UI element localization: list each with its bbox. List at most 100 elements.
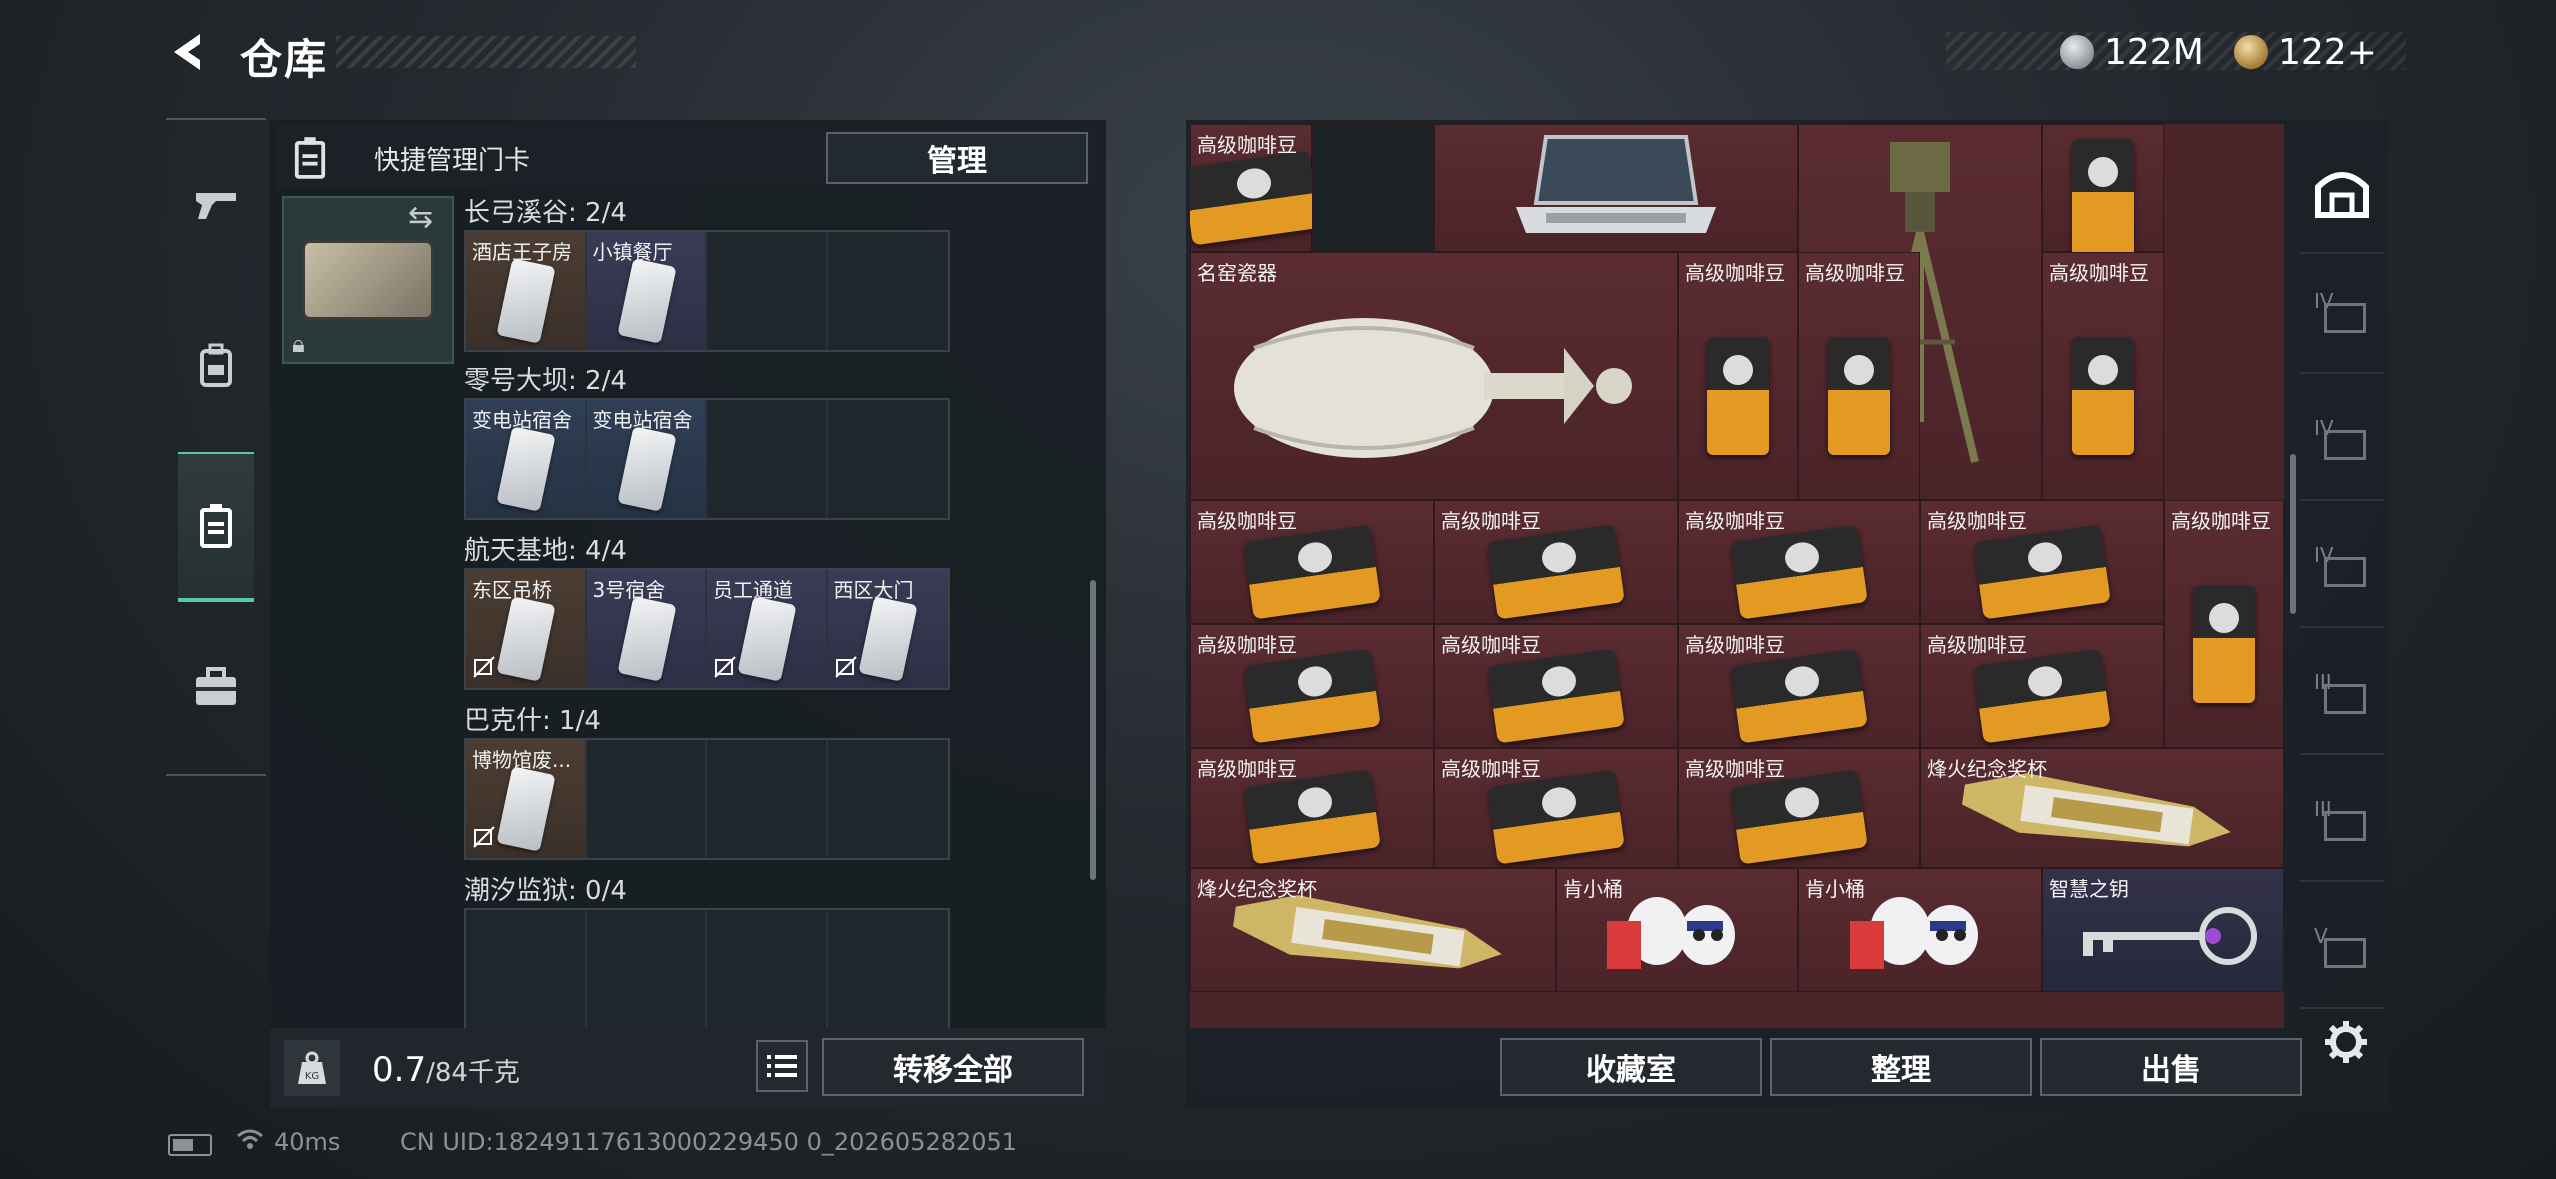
region-label: 巴克什: 1/4 xyxy=(464,706,601,736)
stash-item[interactable] xyxy=(1434,124,1798,252)
nav-weapons[interactable] xyxy=(166,130,266,280)
stash-item[interactable]: 高级咖啡豆 xyxy=(1920,624,2164,748)
stash-item[interactable]: 高级咖啡豆 xyxy=(1678,252,1798,500)
stash-item[interactable]: 高级咖啡豆 xyxy=(1798,252,1920,500)
stash-item[interactable]: 高级咖啡豆 xyxy=(1434,500,1678,624)
lock-icon: 🔒︎ xyxy=(292,330,305,358)
keycard-slot-filled[interactable]: 3号宿舍 xyxy=(586,570,707,688)
keycard-slot-empty[interactable] xyxy=(707,740,828,858)
keycard-slot-filled[interactable]: 博物馆废... xyxy=(466,740,587,858)
stash-item[interactable]: 高级咖啡豆 xyxy=(1678,748,1920,868)
list-view-button[interactable] xyxy=(756,1040,808,1092)
storage-iv-2-icon: IV xyxy=(2314,416,2370,464)
stash-item[interactable]: 高级咖啡豆 xyxy=(1434,624,1678,748)
keycard-image xyxy=(857,596,918,682)
sort-button[interactable]: 整理 xyxy=(1770,1038,2032,1096)
stash-item[interactable]: 高级咖啡豆 xyxy=(2164,500,2284,748)
stash-item[interactable]: 肯小桶 xyxy=(1556,868,1798,992)
keycard-slot-filled[interactable]: 酒店王子房 xyxy=(466,232,587,350)
keycard-panel-scrollbar[interactable] xyxy=(1090,580,1096,880)
stash-item-name: 高级咖啡豆 xyxy=(1685,509,1785,533)
stash-category-0[interactable] xyxy=(2300,134,2384,254)
stash-home-icon xyxy=(2315,172,2369,218)
keycard-slot-empty[interactable] xyxy=(828,910,949,1028)
coffee-bean-bag-icon xyxy=(2193,584,2255,703)
coffee-bean-bag-icon xyxy=(2072,139,2134,258)
coffee-bean-bag-icon xyxy=(1730,769,1868,865)
stash-item-name: 高级咖啡豆 xyxy=(1927,509,2027,533)
left-nav xyxy=(166,118,266,776)
keycard-image xyxy=(496,766,556,852)
keycard-slot-filled[interactable]: 变电站宿舍 xyxy=(586,400,707,518)
keycard-slot-filled[interactable]: 员工通道 xyxy=(707,570,828,688)
gold-amount: 122+ xyxy=(2278,31,2377,73)
keycard-row: 变电站宿舍 变电站宿舍 xyxy=(464,398,950,520)
keycard-slot-filled[interactable]: 变电站宿舍 xyxy=(466,400,587,518)
swap-icon[interactable]: ⇆ xyxy=(408,200,433,235)
stash-item[interactable]: 智慧之钥 xyxy=(2042,868,2284,992)
stash-item[interactable]: 高级咖啡豆 xyxy=(1678,500,1920,624)
stash-item[interactable]: 烽火纪念奖杯 xyxy=(1190,868,1556,992)
keycard-slot-empty[interactable] xyxy=(707,910,828,1028)
stash-category-2[interactable]: IV xyxy=(2300,381,2384,501)
stash-category-3[interactable]: IV xyxy=(2300,508,2384,628)
stash-item[interactable]: 名窑瓷器 xyxy=(1190,252,1678,500)
card-used-icon xyxy=(472,825,496,854)
stash-scrollbar[interactable] xyxy=(2290,454,2296,614)
keycard-holder-item xyxy=(302,240,434,320)
coffee-bean-bag-icon xyxy=(2072,336,2134,455)
manage-button[interactable]: 管理 xyxy=(826,132,1088,184)
nav-keycards[interactable] xyxy=(178,452,254,602)
keycard-image xyxy=(496,258,556,344)
stash-category-6[interactable]: V xyxy=(2300,889,2384,1009)
stash-item[interactable]: 高级咖啡豆 xyxy=(1678,624,1920,748)
keycard-slot-empty[interactable] xyxy=(707,400,828,518)
uid-text: CN UID:18249117613000229450 0_2026052820… xyxy=(400,1128,1018,1156)
stash-item[interactable]: 高级咖啡豆 xyxy=(2042,252,2164,500)
stash-item[interactable]: 烽火纪念奖杯 xyxy=(1920,748,2284,868)
stash-item[interactable]: 高级咖啡豆 xyxy=(1190,124,1320,252)
keycard-slot-empty[interactable] xyxy=(828,232,949,350)
nav-backpack[interactable] xyxy=(166,290,266,440)
keycard-slot-filled[interactable]: 西区大门 xyxy=(827,570,948,688)
back-button[interactable] xyxy=(166,28,214,76)
stash-grid: 高级咖啡豆 名窑瓷器 高级咖啡豆 高级咖啡豆 高级咖啡豆 高级咖啡豆 高级咖啡豆 高级咖啡豆高… xyxy=(1190,124,2284,1028)
sell-button[interactable]: 出售 xyxy=(2040,1038,2302,1096)
keycard-slot-empty[interactable] xyxy=(587,910,707,1028)
stash-item[interactable]: 高级咖啡豆 xyxy=(1920,500,2164,624)
stash-category-4[interactable]: III xyxy=(2300,635,2384,755)
stash-item-name: 高级咖啡豆 xyxy=(2049,261,2149,285)
keycard-slot-filled[interactable]: 小镇餐厅 xyxy=(586,232,707,350)
stash-item[interactable]: 高级咖啡豆 xyxy=(1190,500,1434,624)
collection-room-button[interactable]: 收藏室 xyxy=(1500,1038,1762,1096)
settings-button[interactable] xyxy=(2318,1014,2374,1070)
stash-item-name: 高级咖啡豆 xyxy=(1805,261,1905,285)
nav-briefcase[interactable] xyxy=(166,612,266,762)
gold-currency[interactable]: 122+ xyxy=(2234,30,2377,74)
stash-item-name: 高级咖啡豆 xyxy=(1927,633,2027,657)
stash-item-name: 高级咖啡豆 xyxy=(1441,633,1541,657)
keycard-slot-empty[interactable] xyxy=(587,740,707,858)
transfer-all-button[interactable]: 转移全部 xyxy=(822,1038,1084,1096)
stash-item[interactable]: 高级咖啡豆 xyxy=(1190,748,1434,868)
stash-item[interactable]: 高级咖啡豆 xyxy=(1434,748,1678,868)
keycard-slot-empty[interactable] xyxy=(828,400,949,518)
stash-item[interactable] xyxy=(2042,124,2164,258)
keycard-slot-empty[interactable] xyxy=(707,232,828,350)
carry-weight-value: 0.7 xyxy=(372,1050,427,1090)
silver-currency[interactable]: 122M xyxy=(2060,30,2204,74)
stash-item-name: 烽火纪念奖杯 xyxy=(1197,877,1317,901)
stash-item[interactable]: 肯小桶 xyxy=(1798,868,2042,992)
keycard-slot-empty[interactable] xyxy=(466,910,587,1028)
coffee-bean-bag-icon xyxy=(1730,524,1868,620)
stash-item-name: 高级咖啡豆 xyxy=(1685,261,1785,285)
stash-item[interactable]: 高级咖啡豆 xyxy=(1190,624,1434,748)
keycard-slot-empty[interactable] xyxy=(828,740,949,858)
coffee-bean-bag-icon xyxy=(1973,648,2111,744)
keycard-slot-filled[interactable]: 东区吊桥 xyxy=(466,570,587,688)
keycard-row: 东区吊桥 3号宿舍 员工通道 西区大门 xyxy=(464,568,950,690)
stash-category-1[interactable]: IV xyxy=(2300,254,2384,374)
page-title: 仓库 xyxy=(240,35,329,84)
storage-iii-icon: III xyxy=(2314,670,2370,718)
stash-category-5[interactable]: III xyxy=(2300,762,2384,882)
